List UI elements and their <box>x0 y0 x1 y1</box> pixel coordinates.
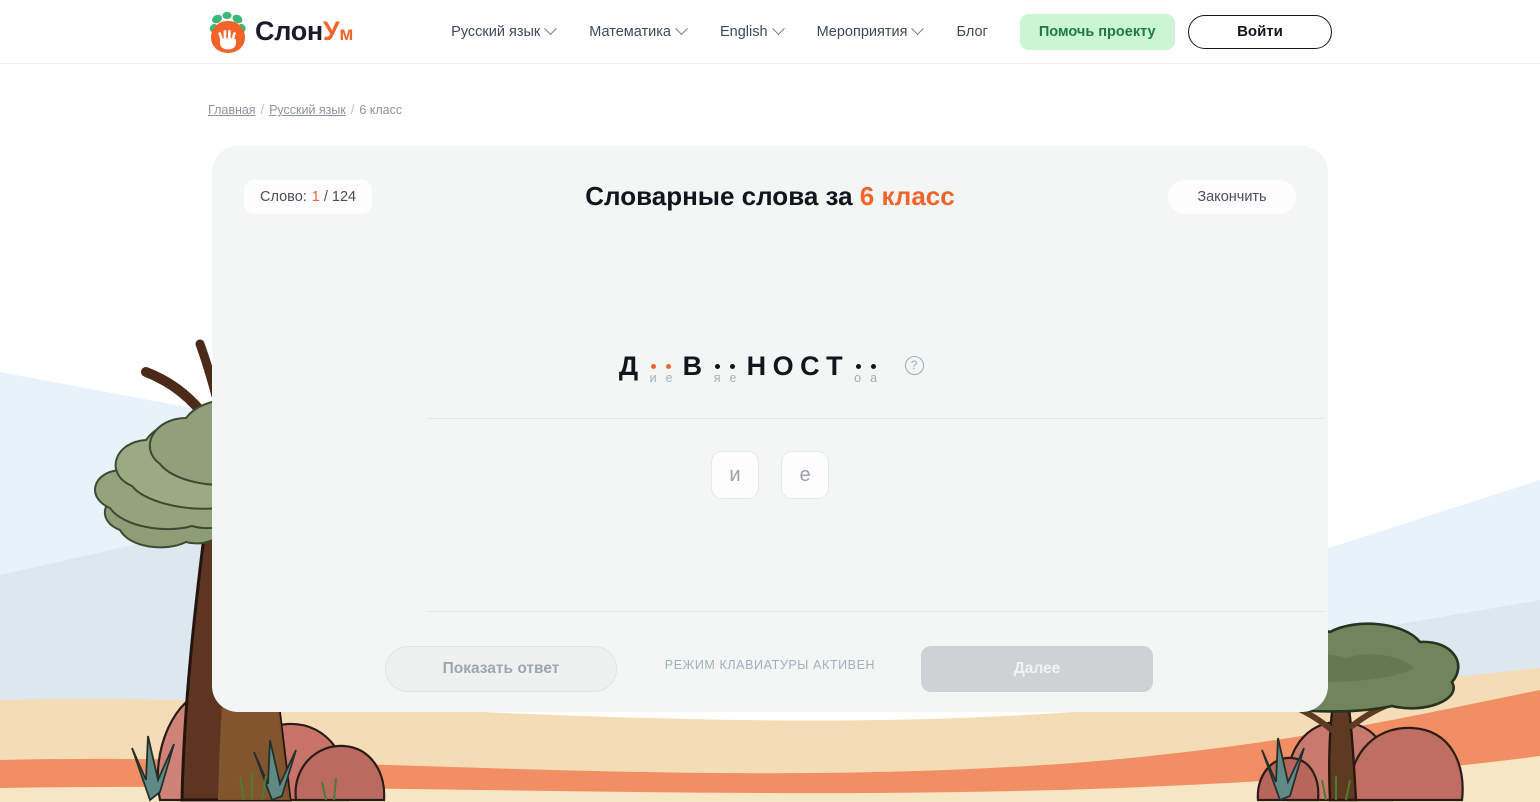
nav-item-blog[interactable]: Блог <box>956 24 987 40</box>
nav-item-label: Математика <box>589 23 671 40</box>
chevron-down-icon <box>771 22 785 36</box>
gap-hint-letter: и <box>649 371 657 385</box>
breadcrumb-subject[interactable]: Русский язык <box>269 103 346 117</box>
breadcrumb: Главная / Русский язык / 6 класс <box>208 103 402 117</box>
breadcrumb-separator: / <box>260 103 265 117</box>
word-gap-1[interactable]: и е <box>642 351 680 385</box>
gap-dot <box>651 363 657 369</box>
gap-hint-letter: я <box>713 371 721 385</box>
word-row: Д и е В я е Н О С Т о а ? <box>616 351 924 385</box>
divider-bottom <box>427 611 1324 612</box>
finish-button[interactable]: Закончить <box>1168 180 1296 214</box>
word-letter: О <box>772 351 796 381</box>
gap-hint-letter: е <box>729 371 737 385</box>
logo-text-accent-u: У <box>322 16 340 46</box>
elephant-paw-logo-icon <box>209 11 246 53</box>
breadcrumb-home[interactable]: Главная <box>208 103 256 117</box>
exercise-controls: Показать ответ РЕЖИМ КЛАВИАТУРЫ АКТИВЕН … <box>212 646 1328 692</box>
gap-hint-letter: о <box>854 371 862 385</box>
divider-top <box>427 418 1324 419</box>
logo-text-main: Слон <box>255 16 323 46</box>
logo[interactable]: СлонУм <box>208 10 353 54</box>
gap-hints: о а <box>847 371 885 385</box>
word-puzzle: Д и е В я е Н О С Т о а ? <box>212 351 1328 385</box>
breadcrumb-current: 6 класс <box>359 103 403 117</box>
letter-choice-option[interactable]: и <box>711 451 759 499</box>
letter-choices: и е <box>212 451 1328 499</box>
nav-item-english[interactable]: English <box>720 22 785 40</box>
page-title-grade: 6 класс <box>859 181 955 211</box>
word-gap-2[interactable]: я е <box>706 351 744 385</box>
word-letter: В <box>682 351 704 381</box>
gap-dot <box>715 363 721 369</box>
nav-item-label: Блог <box>956 23 988 40</box>
help-project-button[interactable]: Помочь проекту <box>1019 13 1175 50</box>
word-letter: Т <box>826 351 845 381</box>
gap-hints: я е <box>706 371 744 385</box>
exercise-card: Слово: 1 / 124 Словарные слова за 6 клас… <box>212 146 1328 712</box>
gap-dot <box>730 363 736 369</box>
logo-text: СлонУм <box>255 16 353 47</box>
login-button[interactable]: Войти <box>1188 14 1332 49</box>
gap-dot <box>666 363 672 369</box>
chevron-down-icon <box>675 22 688 36</box>
keyboard-mode-status: РЕЖИМ КЛАВИАТУРЫ АКТИВЕН <box>664 658 876 672</box>
next-button[interactable]: Далее <box>921 646 1153 692</box>
chevron-down-icon <box>544 22 558 36</box>
word-letter: Д <box>618 351 640 381</box>
breadcrumb-separator: / <box>350 103 355 117</box>
word-letter: Н <box>746 351 768 381</box>
nav-item-label: Русский язык <box>451 23 541 40</box>
gap-dot <box>870 363 876 369</box>
nav-item-math[interactable]: Математика <box>589 22 688 40</box>
nav-item-events[interactable]: Мероприятия <box>816 22 925 40</box>
page-title: Словарные слова за 6 класс <box>212 181 1328 212</box>
nav-item-russian[interactable]: Русский язык <box>451 22 558 40</box>
letter-choice-option[interactable]: е <box>781 451 829 499</box>
gap-dot <box>855 363 861 369</box>
site-header: СлонУм Русский язык Математика English М… <box>0 0 1540 64</box>
page-root: СлонУм Русский язык Математика English М… <box>0 0 1540 802</box>
word-gap-3[interactable]: о а <box>847 351 885 385</box>
help-icon[interactable]: ? <box>904 356 924 375</box>
nav-item-label: English <box>720 23 768 40</box>
gap-hint-letter: а <box>870 371 878 385</box>
gap-hint-letter: е <box>665 371 673 385</box>
page-title-main: Словарные слова за <box>585 181 853 211</box>
gap-hints: и е <box>642 371 680 385</box>
nav-item-label: Мероприятия <box>816 23 908 40</box>
main-nav: Русский язык Математика English Мероприя… <box>451 22 988 40</box>
chevron-down-icon <box>911 22 925 36</box>
logo-text-accent-m: м <box>339 24 354 45</box>
word-letter: С <box>800 351 822 381</box>
